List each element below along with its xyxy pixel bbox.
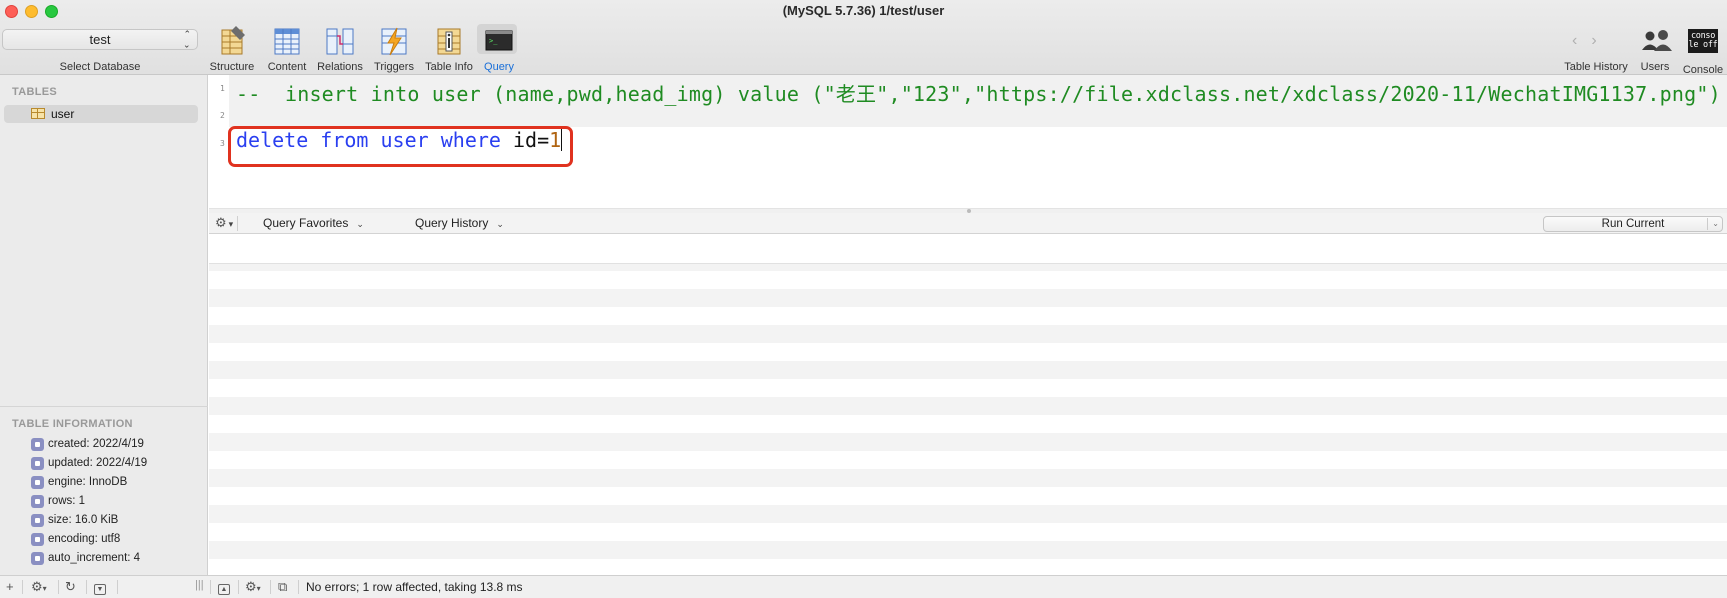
chevron-down-icon: ⌄ xyxy=(496,219,504,229)
info-item: auto_increment: 4 xyxy=(31,551,147,570)
chevron-down-icon: ▾ xyxy=(256,584,261,593)
query-favorites-menu[interactable]: Query Favorites ⌄ xyxy=(263,216,364,230)
tab-label: Triggers xyxy=(374,61,414,73)
info-item: encoding: utf8 xyxy=(31,532,147,551)
database-select-value: test xyxy=(89,32,111,47)
database-select[interactable]: test ⌃ ⌃ xyxy=(2,29,198,50)
gear-icon: ⚙ xyxy=(215,215,227,230)
status-message: No errors; 1 row affected, taking 13.8 m… xyxy=(306,580,523,594)
line-number: 2 xyxy=(220,111,225,120)
tab-query[interactable]: >_ Query xyxy=(477,24,517,73)
structure-icon xyxy=(218,26,246,56)
annotation-highlight-box xyxy=(228,126,573,167)
sidebar-resize-handle[interactable]: ||| xyxy=(195,579,204,591)
relations-icon xyxy=(326,26,354,56)
line-number: 3 xyxy=(220,139,225,148)
tab-label: Table Info xyxy=(425,61,473,73)
window-title: (MySQL 5.7.36) 1/test/user xyxy=(782,3,945,18)
query-terminal-icon: >_ xyxy=(477,24,517,56)
sidebar-item-user[interactable]: user xyxy=(4,105,198,123)
chevron-down-icon: ▾ xyxy=(42,584,47,593)
run-current-button[interactable]: Run Current ⌄ xyxy=(1543,216,1723,232)
chevron-down-icon: ▾ xyxy=(228,219,234,229)
info-item: size: 16.0 KiB xyxy=(31,513,147,532)
add-table-button[interactable]: + xyxy=(6,579,14,594)
filter-icon: ▼ xyxy=(94,584,106,595)
tab-label: Relations xyxy=(317,61,363,73)
tool-label: Table History xyxy=(1564,61,1628,73)
users-icon xyxy=(1641,26,1672,56)
refresh-icon: ↻ xyxy=(65,579,76,594)
tab-label: Query xyxy=(484,61,514,73)
sidebar: TABLES user TABLE INFORMATION created: 2… xyxy=(0,75,208,575)
refresh-button[interactable]: ↻ xyxy=(65,579,76,595)
table-actions-button[interactable]: ⚙▾ xyxy=(31,579,47,595)
table-history-button[interactable]: Table History xyxy=(1561,26,1631,73)
plus-icon: + xyxy=(6,579,14,594)
copy-button[interactable]: ⧉ xyxy=(278,579,287,595)
table-icon xyxy=(31,108,45,119)
info-bullet-icon xyxy=(31,533,44,546)
console-icon: conso le off xyxy=(1688,29,1718,59)
table-information-heading: TABLE INFORMATION xyxy=(12,418,133,430)
table-grid-icon xyxy=(273,26,301,56)
tab-label: Structure xyxy=(209,61,255,73)
results-header xyxy=(209,235,1727,264)
table-name: user xyxy=(51,107,75,121)
copy-icon: ⧉ xyxy=(278,579,288,594)
line-number: 1 xyxy=(220,84,225,93)
console-button[interactable]: conso le off Console xyxy=(1681,26,1725,76)
tab-content[interactable]: Content xyxy=(264,26,310,73)
line-number-gutter: 1 2 3 xyxy=(209,75,229,208)
chevron-updown-icon: ⌃ ⌃ xyxy=(183,29,191,50)
query-history-menu[interactable]: Query History ⌄ xyxy=(415,216,504,230)
query-editor[interactable]: 1 2 3 -- insert into user (name,pwd,head… xyxy=(209,75,1727,208)
info-bullet-icon xyxy=(31,438,44,451)
tab-label: Content xyxy=(267,61,307,73)
query-bar: ⚙ ▾ Query Favorites ⌄ Query History ⌄ Run C… xyxy=(209,213,1727,234)
tab-table-info[interactable]: Table Info xyxy=(423,26,475,73)
tables-heading: TABLES xyxy=(12,86,57,98)
results-actions-button[interactable]: ⚙▾ xyxy=(245,579,261,595)
gear-icon: ⚙ xyxy=(31,579,43,594)
tool-label: Users xyxy=(1640,61,1670,73)
info-bullet-icon xyxy=(31,457,44,470)
info-bullet-icon xyxy=(31,552,44,565)
info-bullet-icon xyxy=(31,514,44,527)
tab-triggers[interactable]: Triggers xyxy=(370,26,418,73)
svg-text:>_: >_ xyxy=(489,37,498,45)
code-line-comment: -- insert into user (name,pwd,head_img) … xyxy=(236,82,1721,106)
image-toggle-button[interactable]: ▲ xyxy=(218,579,230,595)
image-icon: ▲ xyxy=(218,584,230,595)
gear-menu-button[interactable]: ⚙ ▾ xyxy=(215,215,233,231)
info-item: engine: InnoDB xyxy=(31,475,147,494)
info-bullet-icon xyxy=(31,476,44,489)
tab-structure[interactable]: Structure xyxy=(207,26,257,73)
chevron-down-icon: ⌄ xyxy=(356,219,364,229)
filter-button[interactable]: ▼ xyxy=(94,579,106,595)
triggers-icon xyxy=(380,26,408,56)
divider xyxy=(237,216,238,231)
info-item: created: 2022/4/19 xyxy=(31,437,147,456)
status-bar: + ⚙▾ ↻ ▼ ||| ▲ ⚙▾ ⧉ No errors; 1 row aff… xyxy=(0,575,1727,598)
results-grid[interactable] xyxy=(209,235,1727,575)
info-item: rows: 1 xyxy=(31,494,147,513)
tab-relations[interactable]: Relations xyxy=(315,26,365,73)
table-info-icon xyxy=(435,26,463,56)
users-button[interactable]: Users xyxy=(1638,26,1672,73)
gear-icon: ⚙ xyxy=(245,579,257,594)
window-toolbar: (MySQL 5.7.36) 1/test/user test ⌃ ⌃ Selec… xyxy=(0,0,1727,76)
select-database-label: Select Database xyxy=(59,61,141,73)
chevron-down-icon[interactable]: ⌄ xyxy=(1712,217,1719,231)
table-info-list: created: 2022/4/19 updated: 2022/4/19 en… xyxy=(31,437,147,570)
info-bullet-icon xyxy=(31,495,44,508)
info-item: updated: 2022/4/19 xyxy=(31,456,147,475)
sidebar-divider xyxy=(0,406,208,407)
